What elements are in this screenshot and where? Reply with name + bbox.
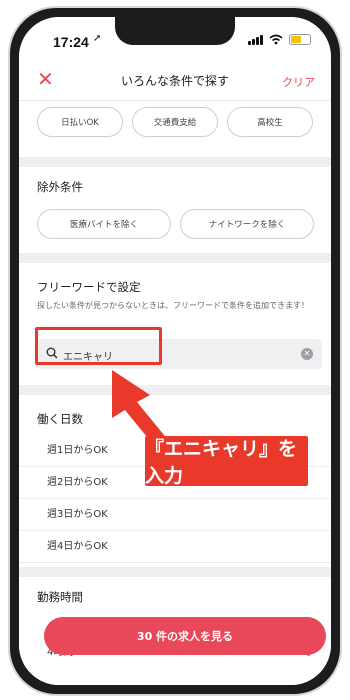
annotation-arrow-icon <box>112 370 168 448</box>
annotation-callout: 『エニキャリ』を入力 <box>145 436 308 487</box>
